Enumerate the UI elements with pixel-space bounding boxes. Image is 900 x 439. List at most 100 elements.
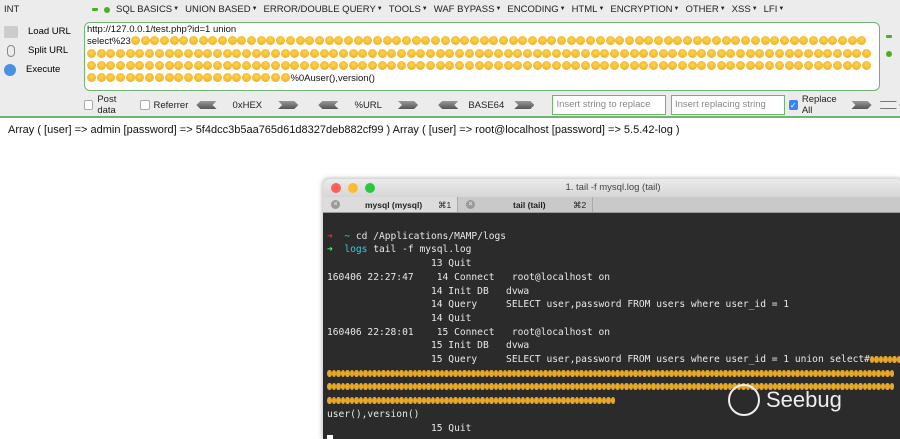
emoji-icon — [295, 36, 305, 46]
menu-lfi[interactable]: LFI▼ — [764, 4, 785, 15]
referrer-checkbox[interactable] — [140, 100, 150, 110]
emoji-icon — [183, 60, 193, 70]
expand-icon[interactable] — [886, 51, 892, 57]
emoji-icon — [534, 369, 539, 377]
close-button[interactable] — [331, 183, 341, 193]
menu-other[interactable]: OTHER▼ — [685, 4, 725, 15]
post-data-checkbox[interactable] — [84, 100, 94, 110]
menu-waf-bypass[interactable]: WAF BYPASS▼ — [434, 4, 502, 15]
collapse-icon[interactable] — [886, 35, 892, 38]
menu-html[interactable]: HTML▼ — [572, 4, 605, 15]
split-url-button[interactable]: Split URL — [4, 41, 71, 60]
emoji-icon — [174, 73, 184, 83]
emoji-icon — [561, 383, 566, 391]
emoji-icon — [336, 383, 341, 391]
emoji-icon — [426, 48, 436, 58]
url-textarea[interactable]: http://127.0.0.1/test.php?id=1 union sel… — [84, 22, 880, 91]
emoji-icon — [358, 60, 368, 70]
emoji-icon — [525, 369, 530, 377]
emoji-icon — [354, 383, 359, 391]
emoji-icon — [345, 383, 350, 391]
url-decode-button[interactable] — [318, 101, 339, 109]
execute-button[interactable]: Execute — [4, 60, 71, 79]
emoji-icon — [759, 369, 764, 377]
replace-next-button[interactable] — [879, 101, 900, 109]
emoji-icon — [543, 383, 548, 391]
emoji-icon — [823, 60, 833, 70]
emoji-icon — [336, 397, 341, 405]
hackbar-panel: INT SQL BASICS▼ UNION BASED▼ ERROR/DOUBLE … — [0, 0, 900, 118]
emoji-icon — [852, 60, 862, 70]
emoji-icon — [493, 48, 503, 58]
emoji-icon — [480, 383, 485, 391]
emoji-icon — [188, 36, 198, 46]
emoji-icon — [840, 369, 845, 377]
load-url-button[interactable]: Load URL — [4, 22, 71, 41]
hex-decode-button[interactable] — [196, 101, 217, 109]
emoji-icon — [508, 36, 518, 46]
base64-encode-button[interactable] — [514, 101, 535, 109]
emoji-icon — [634, 36, 644, 46]
replacing-string-input[interactable]: Insert replacing string — [670, 95, 785, 115]
emoji-icon — [799, 36, 809, 46]
emoji-icon — [867, 369, 872, 377]
emoji-icon — [309, 60, 319, 70]
url-encode-button[interactable] — [397, 101, 419, 109]
replace-string-input[interactable]: Insert string to replace — [552, 95, 666, 115]
emoji-icon — [669, 383, 674, 391]
emoji-icon — [610, 48, 620, 58]
emoji-icon — [411, 36, 421, 46]
terminal-cursor — [327, 435, 333, 439]
plus-icon[interactable] — [104, 6, 110, 13]
emoji-icon — [804, 369, 809, 377]
emoji-icon — [237, 36, 247, 46]
tab-tail[interactable]: × tail (tail) ⌘2 — [458, 197, 593, 212]
emoji-icon — [668, 60, 678, 70]
emoji-icon — [154, 73, 164, 83]
emoji-icon — [828, 36, 838, 46]
tab-mysql[interactable]: × mysql (mysql) ⌘1 — [323, 197, 458, 212]
close-tab-icon[interactable]: × — [331, 200, 340, 209]
emoji-icon — [392, 36, 402, 46]
menu-encoding[interactable]: ENCODING▼ — [507, 4, 565, 15]
replace-all-checkbox[interactable]: ✓ — [788, 100, 798, 110]
emoji-icon — [247, 36, 257, 46]
minimize-button[interactable] — [348, 183, 358, 193]
emoji-icon — [300, 60, 310, 70]
emoji-icon — [857, 36, 867, 46]
emoji-icon — [251, 48, 261, 58]
emoji-icon — [489, 36, 499, 46]
emoji-icon — [399, 383, 404, 391]
menu-encryption[interactable]: ENCRYPTION▼ — [610, 4, 679, 15]
menu-union-based[interactable]: UNION BASED▼ — [185, 4, 257, 15]
emoji-icon — [125, 73, 135, 83]
emoji-icon — [687, 369, 692, 377]
emoji-icon — [765, 60, 775, 70]
emoji-icon — [543, 369, 548, 377]
emoji-icon — [552, 397, 557, 405]
emoji-icon — [741, 369, 746, 377]
emoji-icon — [480, 369, 485, 377]
emoji-icon — [280, 73, 290, 83]
emoji-icon — [358, 48, 368, 58]
base64-decode-button[interactable] — [438, 101, 459, 109]
emoji-icon — [588, 369, 593, 377]
menu-sql-basics[interactable]: SQL BASICS▼ — [116, 4, 179, 15]
replace-button[interactable] — [851, 101, 872, 109]
emoji-icon — [503, 48, 513, 58]
emoji-icon — [96, 60, 106, 70]
emoji-icon — [842, 60, 852, 70]
emoji-icon — [334, 36, 344, 46]
emoji-icon — [135, 73, 145, 83]
hex-encode-button[interactable] — [278, 101, 299, 109]
emoji-icon — [363, 383, 368, 391]
menu-error-double-query[interactable]: ERROR/DOUBLE QUERY▼ — [264, 4, 383, 15]
close-tab-icon[interactable]: × — [466, 200, 475, 209]
menu-xss[interactable]: XSS▼ — [732, 4, 758, 15]
emoji-icon — [522, 60, 532, 70]
emoji-icon — [363, 36, 373, 46]
zoom-button[interactable] — [365, 183, 375, 193]
emoji-icon — [588, 383, 593, 391]
minus-icon[interactable] — [92, 8, 98, 11]
menu-tools[interactable]: TOOLS▼ — [389, 4, 428, 15]
